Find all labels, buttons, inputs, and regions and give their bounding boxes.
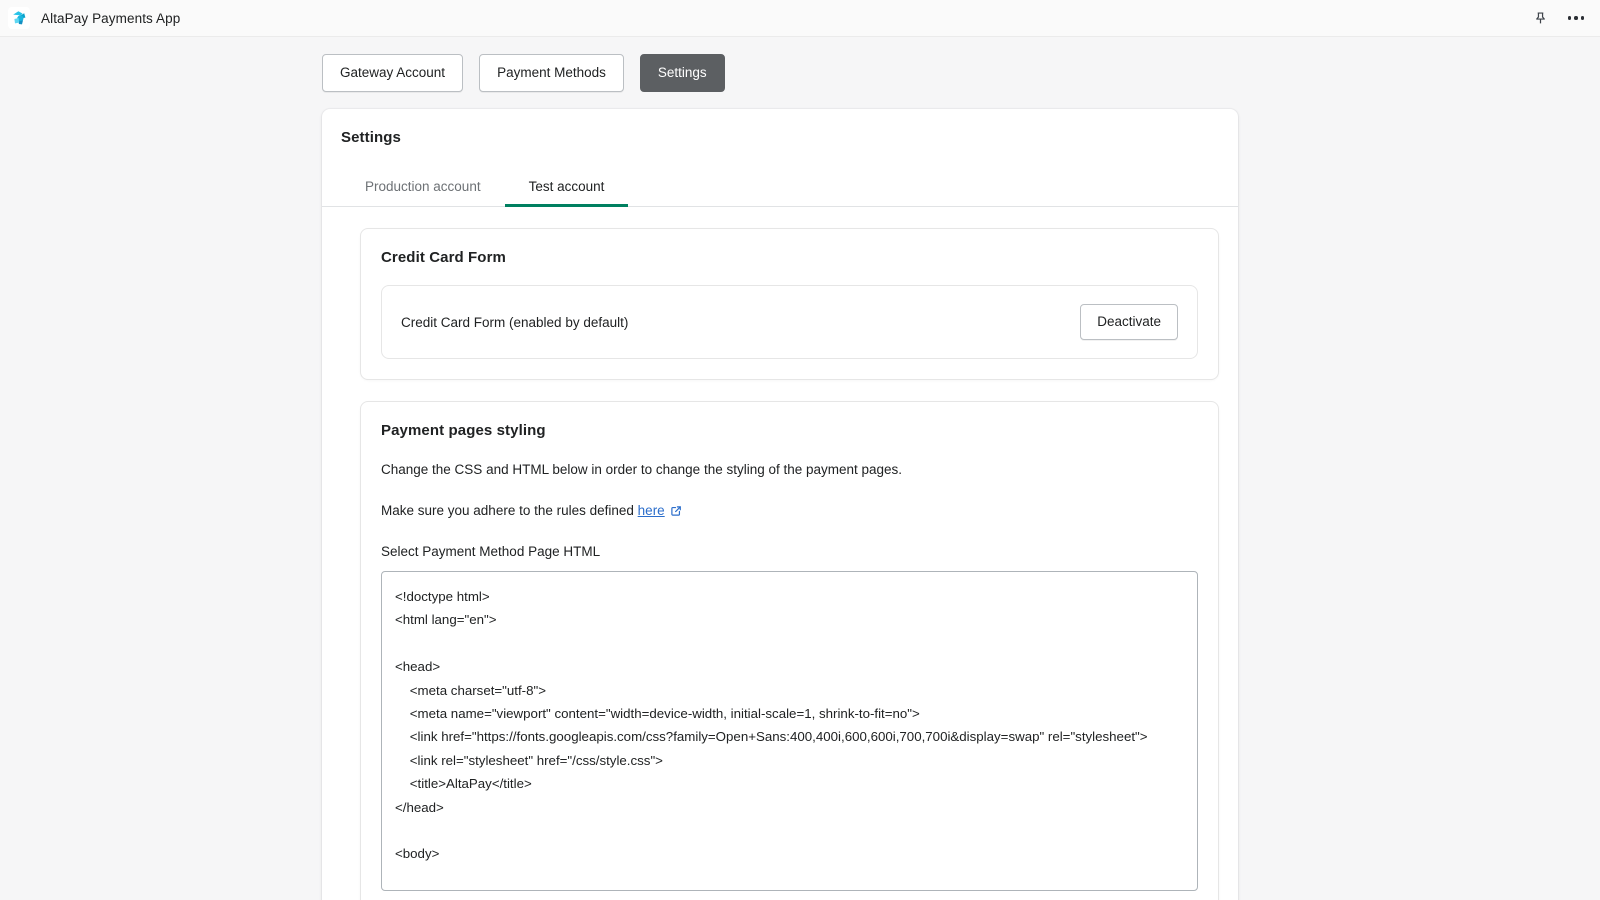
credit-card-form-title: Credit Card Form [381, 249, 506, 266]
select-payment-method-page-html-textarea[interactable]: <!doctype html> <html lang="en"> <head> … [381, 571, 1198, 891]
altapay-logo-icon [8, 7, 30, 29]
payment-pages-styling-section: Payment pages styling Change the CSS and… [360, 401, 1219, 900]
rules-prefix-text: Make sure you adhere to the rules define… [381, 503, 638, 518]
app-title: AltaPay Payments App [41, 10, 181, 26]
select-payment-method-page-html-label: Select Payment Method Page HTML [381, 544, 601, 559]
payment-pages-styling-rules: Make sure you adhere to the rules define… [381, 501, 1198, 523]
credit-card-form-row: Credit Card Form (enabled by default) De… [381, 285, 1198, 359]
page-body: Gateway Account Payment Methods Settings… [0, 37, 1600, 900]
nav-button-settings[interactable]: Settings [639, 54, 725, 92]
settings-card: Settings Production account Test account… [322, 109, 1238, 900]
app-bar-left: AltaPay Payments App [8, 7, 1530, 29]
credit-card-form-section: Credit Card Form Credit Card Form (enabl… [360, 228, 1219, 380]
nav-button-gateway-account[interactable]: Gateway Account [322, 54, 464, 92]
tab-test-account[interactable]: Test account [504, 171, 629, 207]
deactivate-button[interactable]: Deactivate [1080, 304, 1178, 340]
app-bar: AltaPay Payments App [0, 0, 1600, 37]
page-title: Settings [341, 129, 401, 146]
payment-pages-styling-title: Payment pages styling [381, 422, 546, 439]
tab-production-account[interactable]: Production account [341, 171, 505, 207]
app-bar-right [1530, 8, 1586, 28]
more-menu-icon[interactable] [1566, 8, 1586, 28]
pin-icon[interactable] [1530, 8, 1550, 28]
credit-card-form-row-label: Credit Card Form (enabled by default) [401, 314, 629, 330]
account-tabs: Production account Test account [322, 171, 1238, 207]
payment-pages-styling-description: Change the CSS and HTML below in order t… [381, 462, 903, 477]
nav-button-payment-methods[interactable]: Payment Methods [479, 54, 624, 92]
rules-here-link[interactable]: here [638, 503, 665, 518]
external-link-icon[interactable] [670, 503, 682, 523]
primary-nav-buttons: Gateway Account Payment Methods Settings [0, 37, 1600, 92]
